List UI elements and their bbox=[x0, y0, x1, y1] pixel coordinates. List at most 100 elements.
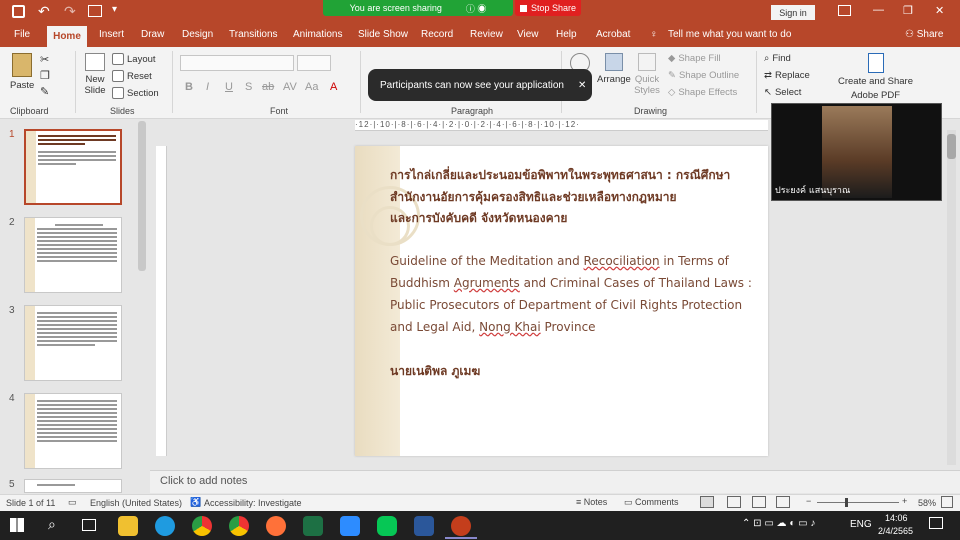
save-icon[interactable] bbox=[12, 5, 25, 18]
accessibility-status[interactable]: Accessibility: Investigate bbox=[204, 498, 302, 508]
line-icon[interactable] bbox=[377, 516, 397, 536]
chrome-alt-icon[interactable] bbox=[229, 516, 249, 536]
tab-slide-show[interactable]: Slide Show bbox=[358, 29, 408, 40]
tab-insert[interactable]: Insert bbox=[99, 29, 124, 40]
tab-acrobat[interactable]: Acrobat bbox=[596, 29, 630, 40]
zoom-out-button[interactable]: − bbox=[806, 496, 811, 506]
font-color-button[interactable]: A bbox=[330, 81, 337, 93]
notification-icon[interactable] bbox=[929, 517, 943, 529]
comments-button[interactable]: ▭ Comments bbox=[624, 497, 679, 508]
format-painter-icon[interactable]: ✎ bbox=[40, 85, 49, 98]
layout-button[interactable]: Layout bbox=[112, 53, 156, 65]
tab-view[interactable]: View bbox=[517, 29, 539, 40]
tell-me-box[interactable]: Tell me what you want to do bbox=[668, 29, 791, 40]
close-button[interactable]: ✕ bbox=[935, 4, 944, 17]
info-icon[interactable]: ⓘ ◉ bbox=[466, 2, 487, 15]
font-size-dropdown[interactable] bbox=[297, 55, 331, 71]
shape-effects-button[interactable]: ◇ Shape Effects bbox=[668, 87, 737, 98]
stop-share-button[interactable]: Stop Share bbox=[515, 0, 581, 16]
thumbnail-slide-1[interactable] bbox=[24, 129, 122, 205]
normal-view-icon[interactable] bbox=[700, 496, 714, 508]
thumbnail-scrollbar[interactable] bbox=[138, 121, 146, 271]
minimize-button[interactable]: — bbox=[873, 4, 884, 16]
zoom-slider[interactable] bbox=[817, 502, 899, 503]
file-explorer-icon[interactable] bbox=[118, 516, 138, 536]
tab-transitions[interactable]: Transitions bbox=[229, 29, 278, 40]
underline-button[interactable]: U bbox=[225, 81, 233, 93]
zoom-level[interactable]: 58% bbox=[918, 498, 936, 508]
italic-button[interactable]: I bbox=[206, 81, 209, 93]
new-slide-button[interactable]: New Slide bbox=[82, 53, 108, 96]
editor-scrollbar[interactable] bbox=[947, 130, 956, 465]
notes-button[interactable]: ≡ Notes bbox=[576, 497, 607, 507]
group-clipboard: Clipboard bbox=[10, 106, 49, 116]
windows-start-icon[interactable] bbox=[10, 518, 24, 532]
reset-button[interactable]: Reset bbox=[112, 70, 152, 82]
edge-icon[interactable] bbox=[155, 516, 175, 536]
quick-styles-button[interactable]: Quick Styles bbox=[632, 53, 662, 96]
undo-icon[interactable]: ↶ bbox=[38, 3, 50, 20]
tab-record[interactable]: Record bbox=[421, 29, 453, 40]
slide-sorter-icon[interactable] bbox=[727, 496, 741, 508]
zoom-in-button[interactable]: + bbox=[902, 496, 907, 506]
clock-time[interactable]: 14:06 bbox=[885, 513, 908, 523]
cut-icon[interactable]: ✂ bbox=[40, 53, 49, 66]
present-icon[interactable] bbox=[88, 5, 102, 17]
zoom-icon[interactable] bbox=[340, 516, 360, 536]
tab-design[interactable]: Design bbox=[182, 29, 213, 40]
customize-toolbar-icon[interactable]: ▾ bbox=[112, 4, 117, 15]
tab-help[interactable]: Help bbox=[556, 29, 577, 40]
input-language[interactable]: ENG bbox=[850, 519, 872, 530]
copy-icon[interactable]: ❐ bbox=[40, 69, 50, 82]
find-button[interactable]: ⌕ Find bbox=[764, 53, 791, 64]
font-name-dropdown[interactable] bbox=[180, 55, 294, 71]
slideshow-icon[interactable] bbox=[776, 496, 790, 508]
thumbnail-slide-5[interactable] bbox=[24, 479, 122, 493]
arrange-button[interactable]: Arrange bbox=[597, 53, 631, 85]
sign-in-button[interactable]: Sign in bbox=[771, 5, 815, 20]
share-button[interactable]: ⚇ Share bbox=[905, 29, 943, 40]
restore-button[interactable]: ❐ bbox=[903, 4, 913, 17]
close-icon[interactable]: ✕ bbox=[578, 80, 586, 91]
fit-slide-icon[interactable] bbox=[941, 496, 953, 508]
participant-video[interactable]: ประยงค์ แสนบุราณ bbox=[771, 103, 942, 201]
thumbnail-slide-3[interactable] bbox=[24, 305, 122, 381]
firefox-icon[interactable] bbox=[266, 516, 286, 536]
notes-pane[interactable]: Click to add notes bbox=[150, 470, 960, 493]
bold-button[interactable]: B bbox=[185, 81, 193, 93]
spacing-button[interactable]: AV bbox=[283, 81, 297, 93]
strikethrough-button[interactable]: ab bbox=[262, 81, 274, 93]
paste-button[interactable]: Paste bbox=[10, 53, 34, 91]
tab-file[interactable]: File bbox=[14, 29, 30, 40]
reading-view-icon[interactable] bbox=[752, 496, 766, 508]
zoom-slider-thumb[interactable] bbox=[845, 498, 848, 507]
clock-date[interactable]: 2/4/2565 bbox=[878, 526, 913, 536]
search-icon[interactable]: ⌕ bbox=[48, 516, 56, 533]
section-button[interactable]: Section bbox=[112, 87, 159, 99]
create-share-pdf-button[interactable]: Create and Share Adobe PDF bbox=[838, 53, 913, 101]
tray-icons[interactable]: ⌃ ⊡ ▭ ☁ ◐ ▭ ♪ bbox=[742, 518, 815, 529]
shadow-button[interactable]: S bbox=[245, 81, 252, 93]
shape-fill-button[interactable]: ◆ Shape Fill bbox=[668, 53, 721, 64]
screen-sharing-banner[interactable]: You are screen sharing ⓘ ◉ bbox=[323, 0, 513, 16]
redo-icon[interactable]: ↷ bbox=[64, 3, 76, 20]
language-indicator[interactable]: English (United States) bbox=[90, 498, 182, 508]
thumbnail-slide-4[interactable] bbox=[24, 393, 122, 469]
change-case-button[interactable]: Aa bbox=[305, 81, 318, 93]
word-icon[interactable] bbox=[414, 516, 434, 536]
chrome-icon[interactable] bbox=[192, 516, 212, 536]
ribbon-display-icon[interactable] bbox=[838, 5, 851, 16]
tab-review[interactable]: Review bbox=[470, 29, 503, 40]
spelling-icon[interactable]: ▭ bbox=[68, 497, 77, 508]
excel-icon[interactable] bbox=[303, 516, 323, 536]
tab-draw[interactable]: Draw bbox=[141, 29, 164, 40]
tab-animations[interactable]: Animations bbox=[293, 29, 342, 40]
tab-home[interactable]: Home bbox=[47, 26, 87, 47]
task-view-icon[interactable] bbox=[82, 519, 96, 531]
shape-outline-button[interactable]: ✎ Shape Outline bbox=[668, 70, 739, 81]
thumbnail-slide-2[interactable] bbox=[24, 217, 122, 293]
slide-canvas[interactable]: การไกล่เกลี่ยและประนอมข้อพิพาทในพระพุทธศ… bbox=[355, 146, 768, 456]
select-button[interactable]: ↖ Select bbox=[764, 87, 801, 98]
replace-button[interactable]: ⇄ Replace bbox=[764, 70, 810, 81]
powerpoint-icon[interactable] bbox=[451, 516, 471, 536]
